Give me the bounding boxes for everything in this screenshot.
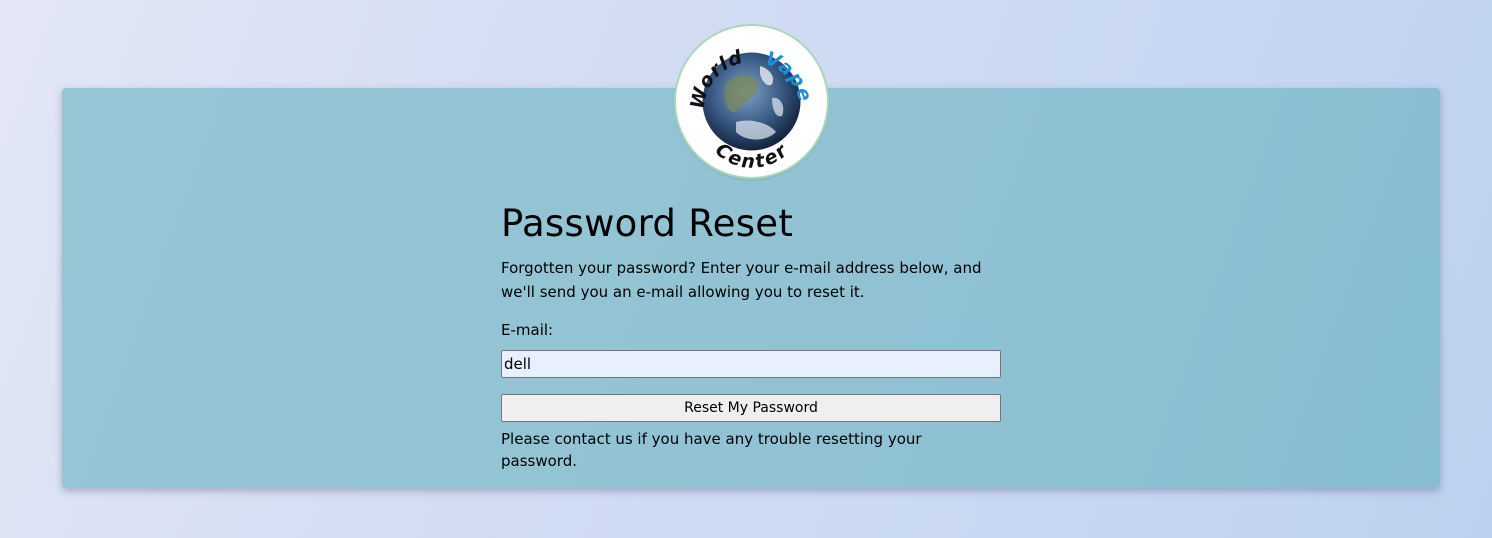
email-label: E-mail: [501,321,554,339]
logo-graphic: World Vape Center [686,46,815,173]
reset-password-button[interactable]: Reset My Password [501,394,1001,422]
world-vape-center-logo[interactable]: World Vape Center [676,26,827,177]
password-reset-form: Password Reset Forgotten your password? … [501,198,1001,472]
email-field[interactable] [501,350,1001,378]
page-title: Password Reset [501,202,794,245]
instructions-text: Forgotten your password? Enter your e-ma… [501,259,982,301]
contact-note: Please contact us if you have any troubl… [501,430,922,470]
